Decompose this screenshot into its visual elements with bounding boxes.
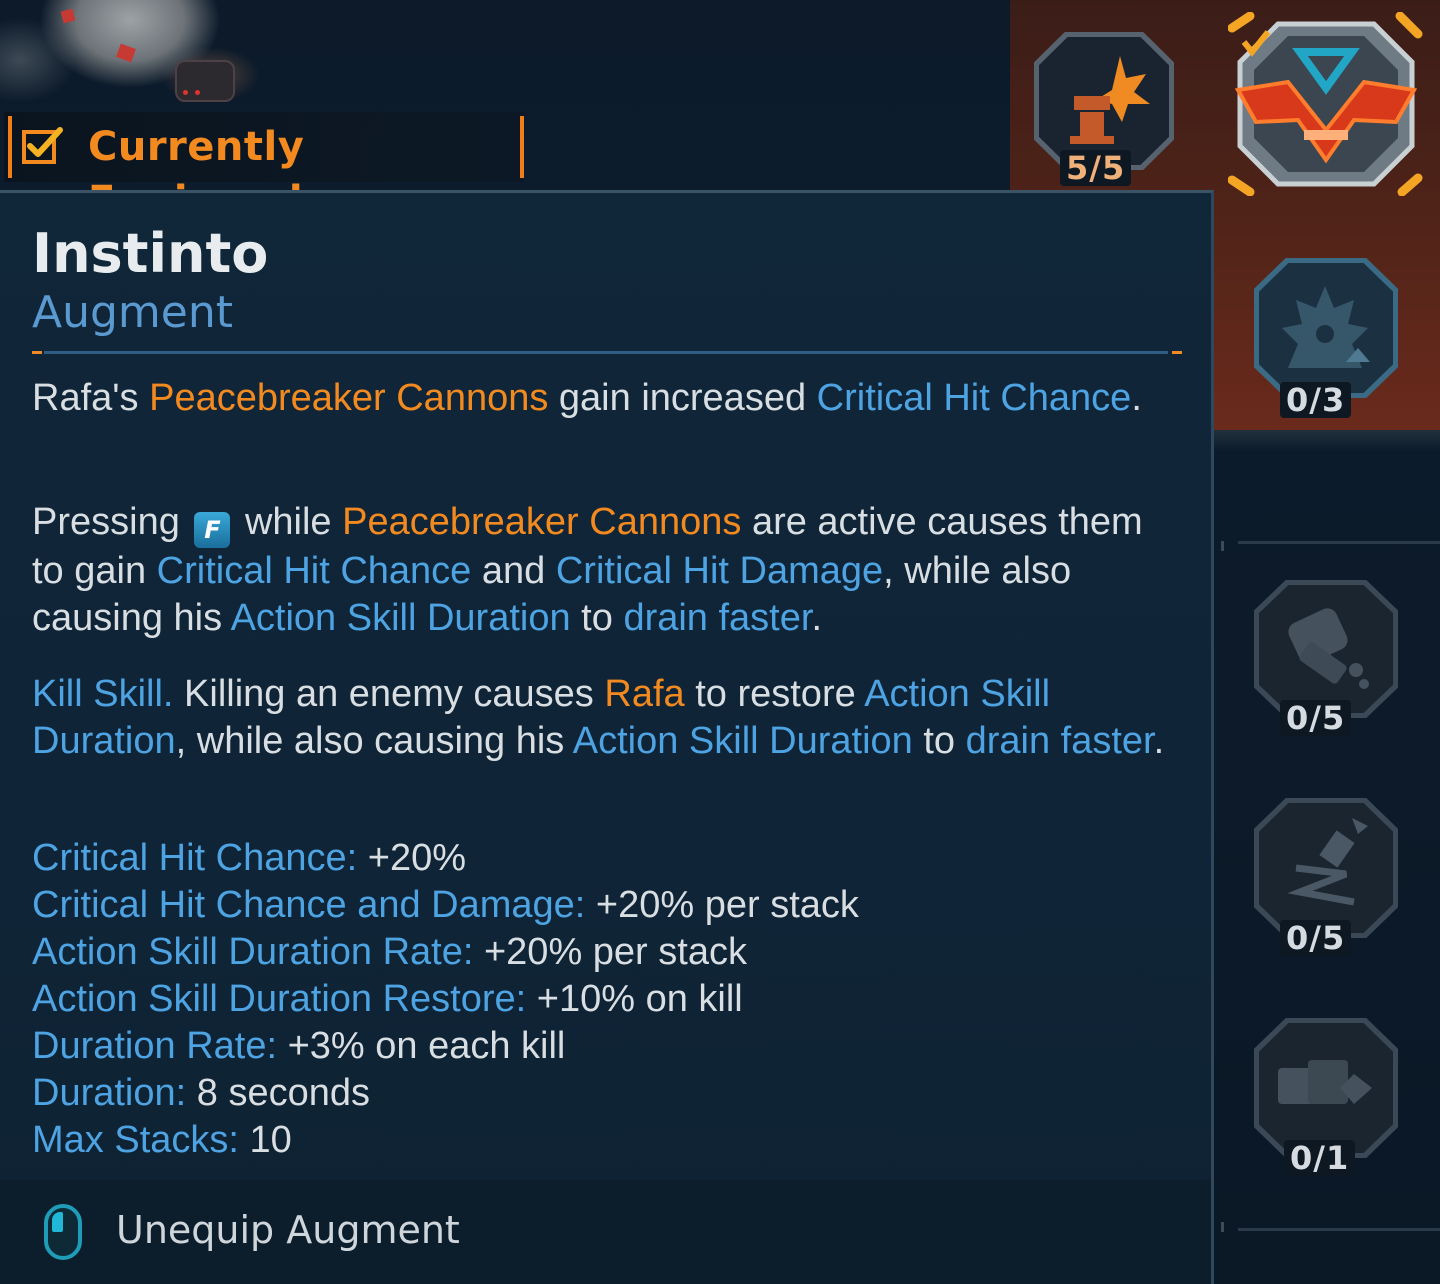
panel-divider <box>1212 430 1440 452</box>
f-key-icon: F <box>194 512 231 548</box>
currently-equipped-banner: Currently Equipped <box>4 112 524 224</box>
keyword-stat: Critical Hit Chance <box>816 377 1132 419</box>
instinto-emblem-icon[interactable] <box>1228 12 1424 196</box>
keyword-stat: drain faster <box>623 597 812 639</box>
skill-node-count: 0/3 <box>1280 382 1352 418</box>
stat-row: Action Skill Duration Restore: +10% on k… <box>32 978 743 1020</box>
character-portrait <box>0 0 300 120</box>
stat-row: Duration Rate: +3% on each kill <box>32 1025 566 1067</box>
rule-cap <box>32 351 42 354</box>
skill-node-count: 5/5 <box>1060 150 1132 186</box>
keyword-character: Rafa <box>604 673 685 715</box>
zigzag-dash-icon <box>1287 818 1368 906</box>
augment-type: Augment <box>32 287 233 338</box>
character-glove <box>175 60 235 102</box>
stat-row: Critical Hit Chance: +20% <box>32 837 467 879</box>
augment-title: Instinto <box>32 222 269 285</box>
keyword-stat: Critical Hit Chance <box>156 550 472 592</box>
divider-line <box>1238 1228 1440 1231</box>
description-paragraph-2: Pressing F while Peacebreaker Cannons ar… <box>32 501 1143 639</box>
cannon-blast-icon <box>1070 56 1150 144</box>
description-paragraph-3: Kill Skill. Killing an enemy causes Rafa… <box>32 673 1165 762</box>
mouse-left-click-icon <box>44 1204 82 1260</box>
unequip-augment-action[interactable]: Unequip Augment <box>0 1180 1211 1284</box>
rule-cap <box>1172 351 1182 354</box>
keyword-stat: drain faster <box>965 720 1154 762</box>
stat-row: Duration: 8 seconds <box>32 1072 370 1114</box>
divider-line <box>1238 541 1440 544</box>
equipped-check-icon <box>22 127 63 164</box>
divider-tick <box>1221 1222 1224 1232</box>
keyword-stat: Action Skill Duration <box>572 720 913 762</box>
description-paragraph-1: Rafa's Peacebreaker Cannons gain increas… <box>32 377 1142 419</box>
keyword-stat: Critical Hit Damage <box>555 550 884 592</box>
skill-node-count: 0/5 <box>1280 920 1352 956</box>
unequip-augment-label: Unequip Augment <box>116 1208 460 1252</box>
skill-node-count: 0/1 <box>1284 1140 1356 1176</box>
stat-list: Critical Hit Chance: +20% Critical Hit C… <box>32 835 859 1164</box>
stat-row: Max Stacks: 10 <box>32 1119 292 1161</box>
skill-node-count: 0/5 <box>1280 700 1352 736</box>
device-icon <box>1278 1060 1372 1104</box>
flame-figure-icon <box>1282 286 1370 368</box>
stat-row: Critical Hit Chance and Damage: +20% per… <box>32 884 859 926</box>
stat-row: Action Skill Duration Rate: +20% per sta… <box>32 931 747 973</box>
keyword-weapon: Peacebreaker Cannons <box>149 377 549 419</box>
keyword-stat: Action Skill Duration <box>230 597 571 639</box>
keyword-weapon: Peacebreaker Cannons <box>342 501 742 543</box>
title-divider <box>44 351 1168 354</box>
augment-tooltip: Instinto Augment Rafa's Peacebreaker Can… <box>0 190 1214 1284</box>
gadget-icon <box>1288 608 1369 689</box>
keyword-kill-skill: Kill Skill. <box>32 673 174 715</box>
divider-tick <box>1221 541 1224 551</box>
